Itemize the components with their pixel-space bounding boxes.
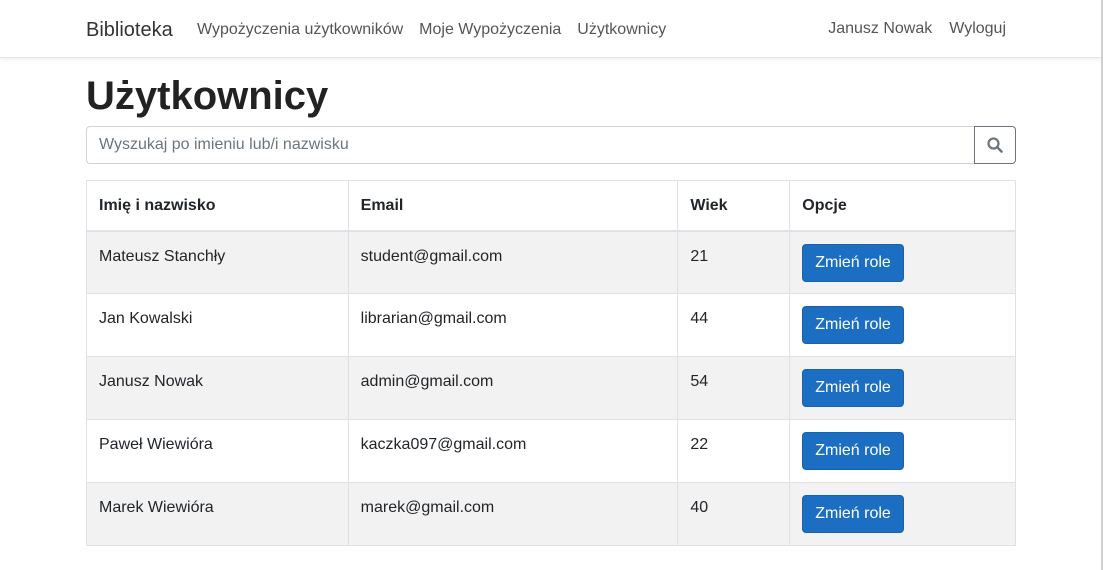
user-name-cell: Jan Kowalski: [86, 293, 349, 357]
column-header-name: Imię i nazwisko: [86, 180, 349, 232]
user-name-cell: Marek Wiewióra: [86, 482, 349, 546]
user-age-cell: 44: [677, 293, 791, 357]
users-table: Imię i nazwisko Email Wiek Opcje Mateusz…: [86, 180, 1016, 546]
page-title: Użytkownicy: [86, 74, 329, 118]
logout-link[interactable]: Wyloguj: [949, 19, 1006, 39]
nav-right: Janusz Nowak Wyloguj: [828, 19, 1006, 39]
user-age-cell: 54: [677, 356, 791, 420]
user-name-cell: Janusz Nowak: [86, 356, 349, 420]
table-header-row: Imię i nazwisko Email Wiek Opcje: [86, 180, 1016, 232]
nav-user-name[interactable]: Janusz Nowak: [828, 19, 932, 39]
user-age-cell: 22: [677, 419, 791, 483]
user-options-cell: Zmień role: [789, 293, 1016, 357]
user-email-cell: librarian@gmail.com: [347, 293, 679, 357]
user-email-cell: admin@gmail.com: [347, 356, 679, 420]
change-role-button[interactable]: Zmień role: [802, 495, 904, 533]
user-options-cell: Zmień role: [789, 356, 1016, 420]
search-group: [86, 126, 1016, 164]
change-role-button[interactable]: Zmień role: [802, 306, 904, 344]
column-header-age: Wiek: [677, 180, 791, 232]
user-options-cell: Zmień role: [789, 482, 1016, 546]
table-row: Mateusz Stanchły student@gmail.com 21 Zm…: [86, 230, 1016, 294]
column-header-email: Email: [347, 180, 679, 232]
table-row: Janusz Nowak admin@gmail.com 54 Zmień ro…: [86, 356, 1016, 420]
table-row: Jan Kowalski librarian@gmail.com 44 Zmie…: [86, 293, 1016, 357]
user-email-cell: student@gmail.com: [347, 230, 679, 294]
user-name-cell: Mateusz Stanchły: [86, 230, 349, 294]
change-role-button[interactable]: Zmień role: [802, 369, 904, 407]
brand-link[interactable]: Biblioteka: [86, 18, 173, 42]
user-age-cell: 40: [677, 482, 791, 546]
change-role-button[interactable]: Zmień role: [802, 432, 904, 470]
user-email-cell: marek@gmail.com: [347, 482, 679, 546]
table-row: Paweł Wiewióra kaczka097@gmail.com 22 Zm…: [86, 419, 1016, 483]
nav-link-user-loans[interactable]: Wypożyczenia użytkowników: [197, 20, 403, 40]
user-age-cell: 21: [677, 230, 791, 294]
nav-left: Wypożyczenia użytkowników Moje Wypożycze…: [197, 20, 666, 40]
user-options-cell: Zmień role: [789, 419, 1016, 483]
search-icon: [987, 137, 1003, 153]
search-input[interactable]: [86, 126, 974, 164]
search-button[interactable]: [974, 126, 1016, 164]
table-row: Marek Wiewióra marek@gmail.com 40 Zmień …: [86, 482, 1016, 546]
change-role-button[interactable]: Zmień role: [802, 243, 904, 282]
user-email-cell: kaczka097@gmail.com: [347, 419, 679, 483]
nav-link-my-loans[interactable]: Moje Wypożyczenia: [419, 20, 561, 40]
navbar: Biblioteka Wypożyczenia użytkowników Moj…: [0, 0, 1103, 58]
user-name-cell: Paweł Wiewióra: [86, 419, 349, 483]
column-header-options: Opcje: [789, 180, 1016, 232]
user-options-cell: Zmień role: [789, 230, 1016, 294]
nav-link-users[interactable]: Użytkownicy: [577, 20, 666, 40]
